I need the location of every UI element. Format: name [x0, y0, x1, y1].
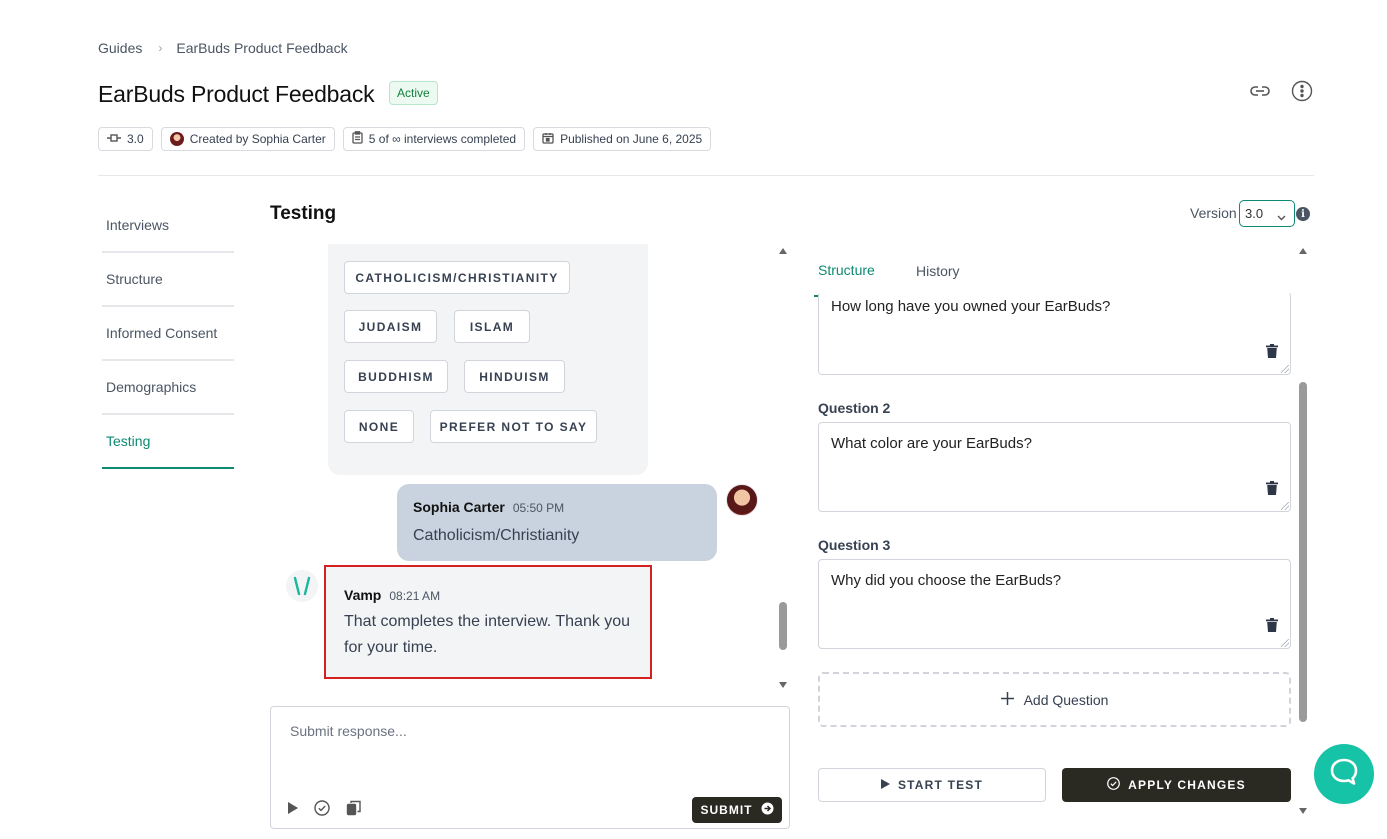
- start-test-label: START TEST: [897, 778, 984, 792]
- scroll-up-icon[interactable]: [1299, 248, 1307, 254]
- interviews-chip: 5 of ∞ interviews completed: [342, 127, 526, 151]
- sidebar-item-structure[interactable]: Structure: [102, 253, 234, 307]
- response-box: SUBMIT: [270, 706, 790, 829]
- sidebar-item-informed-consent[interactable]: Informed Consent: [102, 307, 234, 361]
- help-chat-button[interactable]: [1314, 744, 1374, 804]
- message-sender: Vamp: [344, 587, 382, 603]
- scroll-down-icon[interactable]: [1299, 808, 1307, 814]
- tab-history[interactable]: History: [912, 244, 964, 297]
- question-1-text: How long have you owned your EarBuds?: [831, 298, 1111, 315]
- check-circle-icon: [1107, 777, 1121, 793]
- version-label: Version: [1190, 205, 1237, 221]
- copy-icon[interactable]: [345, 799, 363, 817]
- scroll-up-icon[interactable]: [779, 248, 787, 254]
- interviews-chip-label: 5 of ∞ interviews completed: [368, 132, 517, 146]
- arrow-right-circle-icon: [761, 802, 774, 818]
- status-badge: Active: [389, 81, 438, 105]
- message-time: 05:50 PM: [512, 501, 565, 515]
- play-icon[interactable]: [284, 799, 302, 817]
- plus-icon: [1000, 691, 1014, 708]
- tab-structure[interactable]: Structure: [814, 244, 879, 297]
- structure-tabs: Structure History: [814, 244, 1294, 297]
- header-divider: [98, 175, 1314, 176]
- submit-button-label: SUBMIT: [700, 803, 753, 817]
- chevron-down-icon: [1277, 209, 1286, 224]
- chat-scrollbar[interactable]: [778, 248, 788, 688]
- option-judaism-button[interactable]: JUDAISM: [344, 310, 437, 343]
- chat-panel: CATHOLICISM/CHRISTIANITY JUDAISM ISLAM B…: [270, 244, 790, 690]
- meta-row: 3.0 Created by Sophia Carter 5 of ∞ inte…: [98, 127, 712, 151]
- version-select-value: 3.0: [1245, 206, 1264, 221]
- breadcrumb-guides-link[interactable]: Guides: [98, 40, 142, 56]
- info-icon[interactable]: i: [1296, 207, 1310, 221]
- option-buddhism-button[interactable]: BUDDHISM: [344, 360, 448, 393]
- resize-handle[interactable]: [1281, 365, 1289, 373]
- published-chip-label: Published on June 6, 2025: [560, 132, 703, 146]
- option-hinduism-button[interactable]: HINDUISM: [464, 360, 565, 393]
- question-1-field[interactable]: How long have you owned your EarBuds?: [818, 292, 1291, 375]
- version-select[interactable]: 3.0: [1239, 200, 1295, 227]
- breadcrumb: Guides › EarBuds Product Feedback: [98, 40, 348, 56]
- question-3-label: Question 3: [818, 537, 891, 553]
- sidebar-item-testing[interactable]: Testing: [102, 415, 234, 469]
- submit-button[interactable]: SUBMIT: [692, 797, 782, 823]
- published-chip: Published on June 6, 2025: [533, 127, 712, 151]
- message-text: That completes the interview. Thank you …: [344, 613, 631, 656]
- option-catholicism-button[interactable]: CATHOLICISM/CHRISTIANITY: [344, 261, 570, 294]
- structure-scrollbar[interactable]: [1298, 248, 1308, 814]
- message-sender: Sophia Carter: [413, 499, 505, 515]
- creator-chip-label: Created by Sophia Carter: [189, 132, 326, 146]
- clipboard-icon: [352, 131, 363, 147]
- page-title: EarBuds Product Feedback: [98, 81, 375, 107]
- start-test-button[interactable]: START TEST: [818, 768, 1046, 802]
- question-2-label: Question 2: [818, 400, 891, 416]
- bot-message: Vamp 08:21 AM That completes the intervie…: [324, 565, 652, 679]
- version-chip-label: 3.0: [127, 132, 144, 146]
- creator-chip: Created by Sophia Carter: [160, 127, 335, 151]
- chat-bubble-icon: [1329, 757, 1359, 792]
- structure-scroll-thumb[interactable]: [1299, 382, 1307, 722]
- section-title: Testing: [270, 203, 337, 224]
- apply-changes-label: APPLY CHANGES: [1128, 778, 1246, 792]
- question-2-field[interactable]: What color are your EarBuds?: [818, 422, 1291, 512]
- vamp-logo-icon: [286, 570, 318, 602]
- scroll-down-icon[interactable]: [779, 682, 787, 688]
- check-circle-icon[interactable]: [313, 799, 331, 817]
- chat-scroll-thumb[interactable]: [779, 601, 787, 650]
- sidebar-item-demographics[interactable]: Demographics: [102, 361, 234, 415]
- option-prefer-not-to-say-button[interactable]: PREFER NOT TO SAY: [430, 410, 597, 443]
- choice-card: CATHOLICISM/CHRISTIANITY JUDAISM ISLAM B…: [328, 244, 648, 475]
- question-3-text: Why did you choose the EarBuds?: [831, 572, 1062, 589]
- option-islam-button[interactable]: ISLAM: [454, 310, 530, 343]
- side-nav: Interviews Structure Informed Consent De…: [102, 199, 234, 469]
- avatar: [726, 484, 758, 516]
- trash-icon[interactable]: [1266, 481, 1278, 499]
- more-vertical-icon[interactable]: [1291, 80, 1313, 102]
- message-text: Catholicism/Christianity: [413, 527, 580, 544]
- avatar: [169, 132, 184, 146]
- apply-changes-button[interactable]: APPLY CHANGES: [1062, 768, 1291, 802]
- option-none-button[interactable]: NONE: [344, 410, 414, 443]
- commit-icon: [107, 132, 121, 146]
- play-icon: [880, 778, 890, 792]
- breadcrumb-current: EarBuds Product Feedback: [176, 40, 348, 56]
- response-input[interactable]: [290, 723, 770, 739]
- trash-icon[interactable]: [1266, 618, 1278, 636]
- sidebar-item-interviews[interactable]: Interviews: [102, 199, 234, 253]
- link-icon[interactable]: [1249, 80, 1271, 102]
- calendar-icon: [542, 132, 554, 147]
- chevron-right-icon: ›: [158, 41, 163, 55]
- add-question-label: Add Question: [1023, 691, 1109, 708]
- message-time: 08:21 AM: [389, 589, 441, 603]
- user-message: Sophia Carter 05:50 PM Catholicism/Christ…: [397, 484, 717, 561]
- version-chip: 3.0: [98, 127, 153, 151]
- resize-handle[interactable]: [1281, 639, 1289, 647]
- question-2-text: What color are your EarBuds?: [831, 435, 1032, 452]
- trash-icon[interactable]: [1266, 344, 1278, 362]
- resize-handle[interactable]: [1281, 502, 1289, 510]
- add-question-button[interactable]: Add Question: [818, 672, 1291, 727]
- question-3-field[interactable]: Why did you choose the EarBuds?: [818, 559, 1291, 649]
